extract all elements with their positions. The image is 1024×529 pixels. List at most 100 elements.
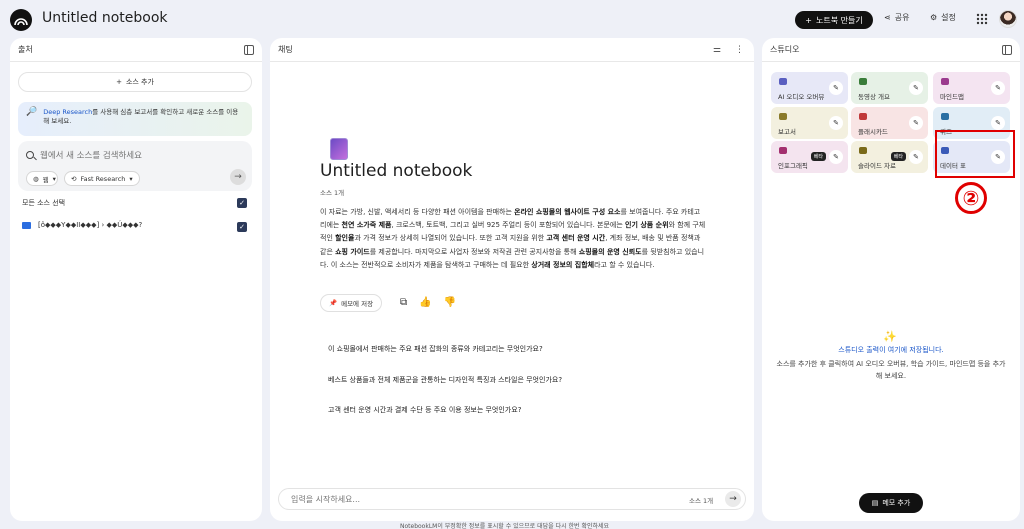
pencil-icon[interactable]: ✎: [829, 116, 843, 130]
app-header: Untitled notebook + 노트북 만들기 ⋖ 공유 ⚙ 설정: [0, 0, 1024, 38]
disclaimer-footer: NotebookLM이 부정확한 정보를 표시할 수 있으므로 대답을 다시 한…: [400, 523, 610, 529]
research-mode-dropdown[interactable]: ⟲ Fast Research ▾: [64, 171, 140, 186]
chat-panel-header: 채팅 ⚌ ⋮: [270, 38, 754, 62]
share-button[interactable]: ⋖ 공유: [884, 12, 909, 23]
add-source-button[interactable]: + 소스 추가: [18, 72, 252, 92]
collapse-panel-icon[interactable]: [244, 45, 254, 55]
deep-research-link[interactable]: Deep Research: [43, 108, 92, 116]
save-to-note-label: 메모에 저장: [341, 300, 374, 308]
chevron-down-icon: ▾: [52, 174, 56, 183]
note-icon: ▤: [871, 499, 879, 507]
save-to-note-button[interactable]: 📌 메모에 저장: [320, 294, 383, 312]
summary-highlight: 고객 센터 운영 시간: [546, 234, 606, 243]
studio-tile[interactable]: 플래시카드 ✎: [851, 107, 928, 139]
collapse-panel-icon[interactable]: [1002, 45, 1012, 55]
notebook-title[interactable]: Untitled notebook: [42, 10, 168, 26]
search-source-web-label: 웹: [42, 175, 49, 184]
studio-tile[interactable]: 마인드맵 ✎: [933, 72, 1010, 104]
pencil-icon[interactable]: ✎: [829, 150, 843, 164]
pencil-icon[interactable]: ✎: [909, 150, 923, 164]
create-notebook-button[interactable]: + 노트북 만들기: [795, 11, 873, 29]
source-file-icon: [22, 222, 31, 229]
summary-text: 라고 할 수 있습니다.: [594, 260, 655, 269]
plus-icon: +: [116, 78, 122, 86]
research-mode-label: Fast Research: [80, 174, 126, 183]
more-vert-icon[interactable]: ⋮: [735, 45, 744, 55]
studio-tile-label: AI 오디오 오버뷰: [778, 93, 825, 101]
studio-tile-icon: [779, 147, 787, 154]
studio-tile[interactable]: 동영상 개요 ✎: [851, 72, 928, 104]
apps-grid-icon[interactable]: [976, 13, 988, 25]
beta-badge: 베타: [810, 152, 826, 161]
studio-tile[interactable]: 인포그래픽 베타 ✎: [771, 141, 848, 173]
search-source-web-dropdown[interactable]: ◍ 웹 ▾: [26, 171, 58, 186]
summary-highlight: 천연 소가죽 제품: [341, 221, 392, 230]
sources-panel-title: 출처: [18, 45, 33, 54]
copy-icon[interactable]: ⧉: [400, 297, 407, 308]
studio-tile-icon: [941, 78, 949, 85]
settings-button[interactable]: ⚙ 설정: [930, 12, 956, 23]
summary-highlight: 상거래 정보의 집합체: [531, 260, 595, 269]
chat-input[interactable]: [291, 493, 651, 505]
summary-text: 를 제공합니다. 마지막으로 사업자 정보와 저작권 관련 공지사항을 통해: [369, 247, 579, 256]
studio-tile-label: 슬라이드 자료: [858, 162, 896, 170]
source-item-checkbox[interactable]: ✓: [237, 222, 247, 232]
studio-tile-icon: [859, 78, 867, 85]
suggested-question[interactable]: 이 쇼핑몰에서 판매하는 주요 패션 잡화의 종류와 카테고리는 무엇인가요?: [320, 337, 620, 361]
studio-empty-description: 소스를 추가한 후 클릭하여 AI 오디오 오버뷰, 학습 가이드, 마인드맵 …: [776, 360, 1006, 380]
notebook-summary: 이 자료는 가방, 신발, 액세서리 등 다양한 패션 아이템을 판매하는 온라…: [320, 206, 706, 272]
studio-tile-icon: [859, 113, 867, 120]
gear-icon: ⚙: [930, 13, 938, 22]
add-note-label: 메모 추가: [882, 499, 911, 507]
studio-tile[interactable]: AI 오디오 오버뷰 ✎: [771, 72, 848, 104]
summary-text: 이 자료는 가방, 신발, 액세서리 등 다양한 패션 아이템을 판매하는: [320, 208, 515, 216]
research-mode-icon: ⟲: [71, 174, 77, 183]
studio-panel-header: 스튜디오: [762, 38, 1020, 62]
send-button[interactable]: →: [725, 491, 741, 507]
chat-panel-title: 채팅: [278, 45, 293, 54]
pencil-icon[interactable]: ✎: [991, 116, 1005, 130]
add-note-button[interactable]: ▤ 메모 추가: [859, 493, 923, 513]
thumbs-down-icon[interactable]: 👎: [444, 297, 456, 308]
studio-tile-label: 인포그래픽: [778, 162, 808, 170]
deep-research-banner: 🔎 Deep Research를 사용해 심층 보고서를 확인하고 새로운 소스…: [18, 102, 252, 136]
plus-icon: +: [805, 15, 812, 25]
pencil-icon[interactable]: ✎: [909, 116, 923, 130]
tune-icon[interactable]: ⚌: [713, 45, 721, 55]
summary-highlight: 쇼핑 가이드: [335, 247, 370, 256]
settings-label: 설정: [941, 13, 956, 22]
select-all-checkbox[interactable]: ✓: [237, 198, 247, 208]
web-search-input[interactable]: [40, 149, 230, 163]
studio-tile-icon: [859, 147, 867, 154]
notebooklm-logo-icon[interactable]: [10, 9, 32, 31]
summary-highlight: 인기 상품 순위: [625, 221, 669, 230]
studio-tile-icon: [941, 113, 949, 120]
arrow-right-icon: →: [234, 172, 242, 182]
thumbs-up-icon[interactable]: 👍: [419, 297, 431, 308]
chevron-down-icon: ▾: [129, 174, 133, 183]
create-notebook-label: 노트북 만들기: [816, 15, 863, 25]
user-avatar[interactable]: [999, 10, 1017, 28]
chat-source-count: 소스 1개: [320, 189, 345, 197]
studio-tile-icon: [779, 113, 787, 120]
pin-icon: 📌: [329, 299, 338, 307]
pencil-icon[interactable]: ✎: [909, 81, 923, 95]
summary-text: 과 가격 정보가 상세히 나열되어 있습니다. 또한 고객 지원을 위한: [354, 234, 547, 243]
annotation-highlight-box: [935, 130, 1015, 178]
annotation-step-number: ②: [955, 182, 987, 214]
notebook-emoji-icon: [330, 138, 348, 160]
share-icon: ⋖: [884, 13, 891, 22]
studio-tile[interactable]: 슬라이드 자료 베타 ✎: [851, 141, 928, 173]
chat-input-box: 소스 1개 →: [278, 488, 746, 510]
share-label: 공유: [894, 13, 910, 22]
summary-highlight: 온라인 쇼핑몰의 웹사이트 구성 요소: [514, 208, 621, 216]
web-search-box: ◍ 웹 ▾ ⟲ Fast Research ▾ →: [18, 141, 252, 191]
pencil-icon[interactable]: ✎: [829, 81, 843, 95]
source-item-label[interactable]: [ô◆◆◆Y◆◆II◆◆◆] › ◆◆Ú◆◆◆?: [38, 221, 142, 229]
suggested-question[interactable]: 베스트 상품들과 전체 제품군을 관통하는 디자인적 특징과 스타일은 무엇인가…: [320, 368, 620, 392]
search-submit-button[interactable]: →: [230, 169, 246, 185]
deep-research-text: Deep Research를 사용해 심층 보고서를 확인하고 새로운 소스를 …: [43, 108, 239, 125]
studio-tile[interactable]: 보고서 ✎: [771, 107, 848, 139]
pencil-icon[interactable]: ✎: [991, 81, 1005, 95]
suggested-question[interactable]: 고객 센터 운영 시간과 결제 수단 등 주요 이용 정보는 무엇인가요?: [320, 398, 620, 422]
